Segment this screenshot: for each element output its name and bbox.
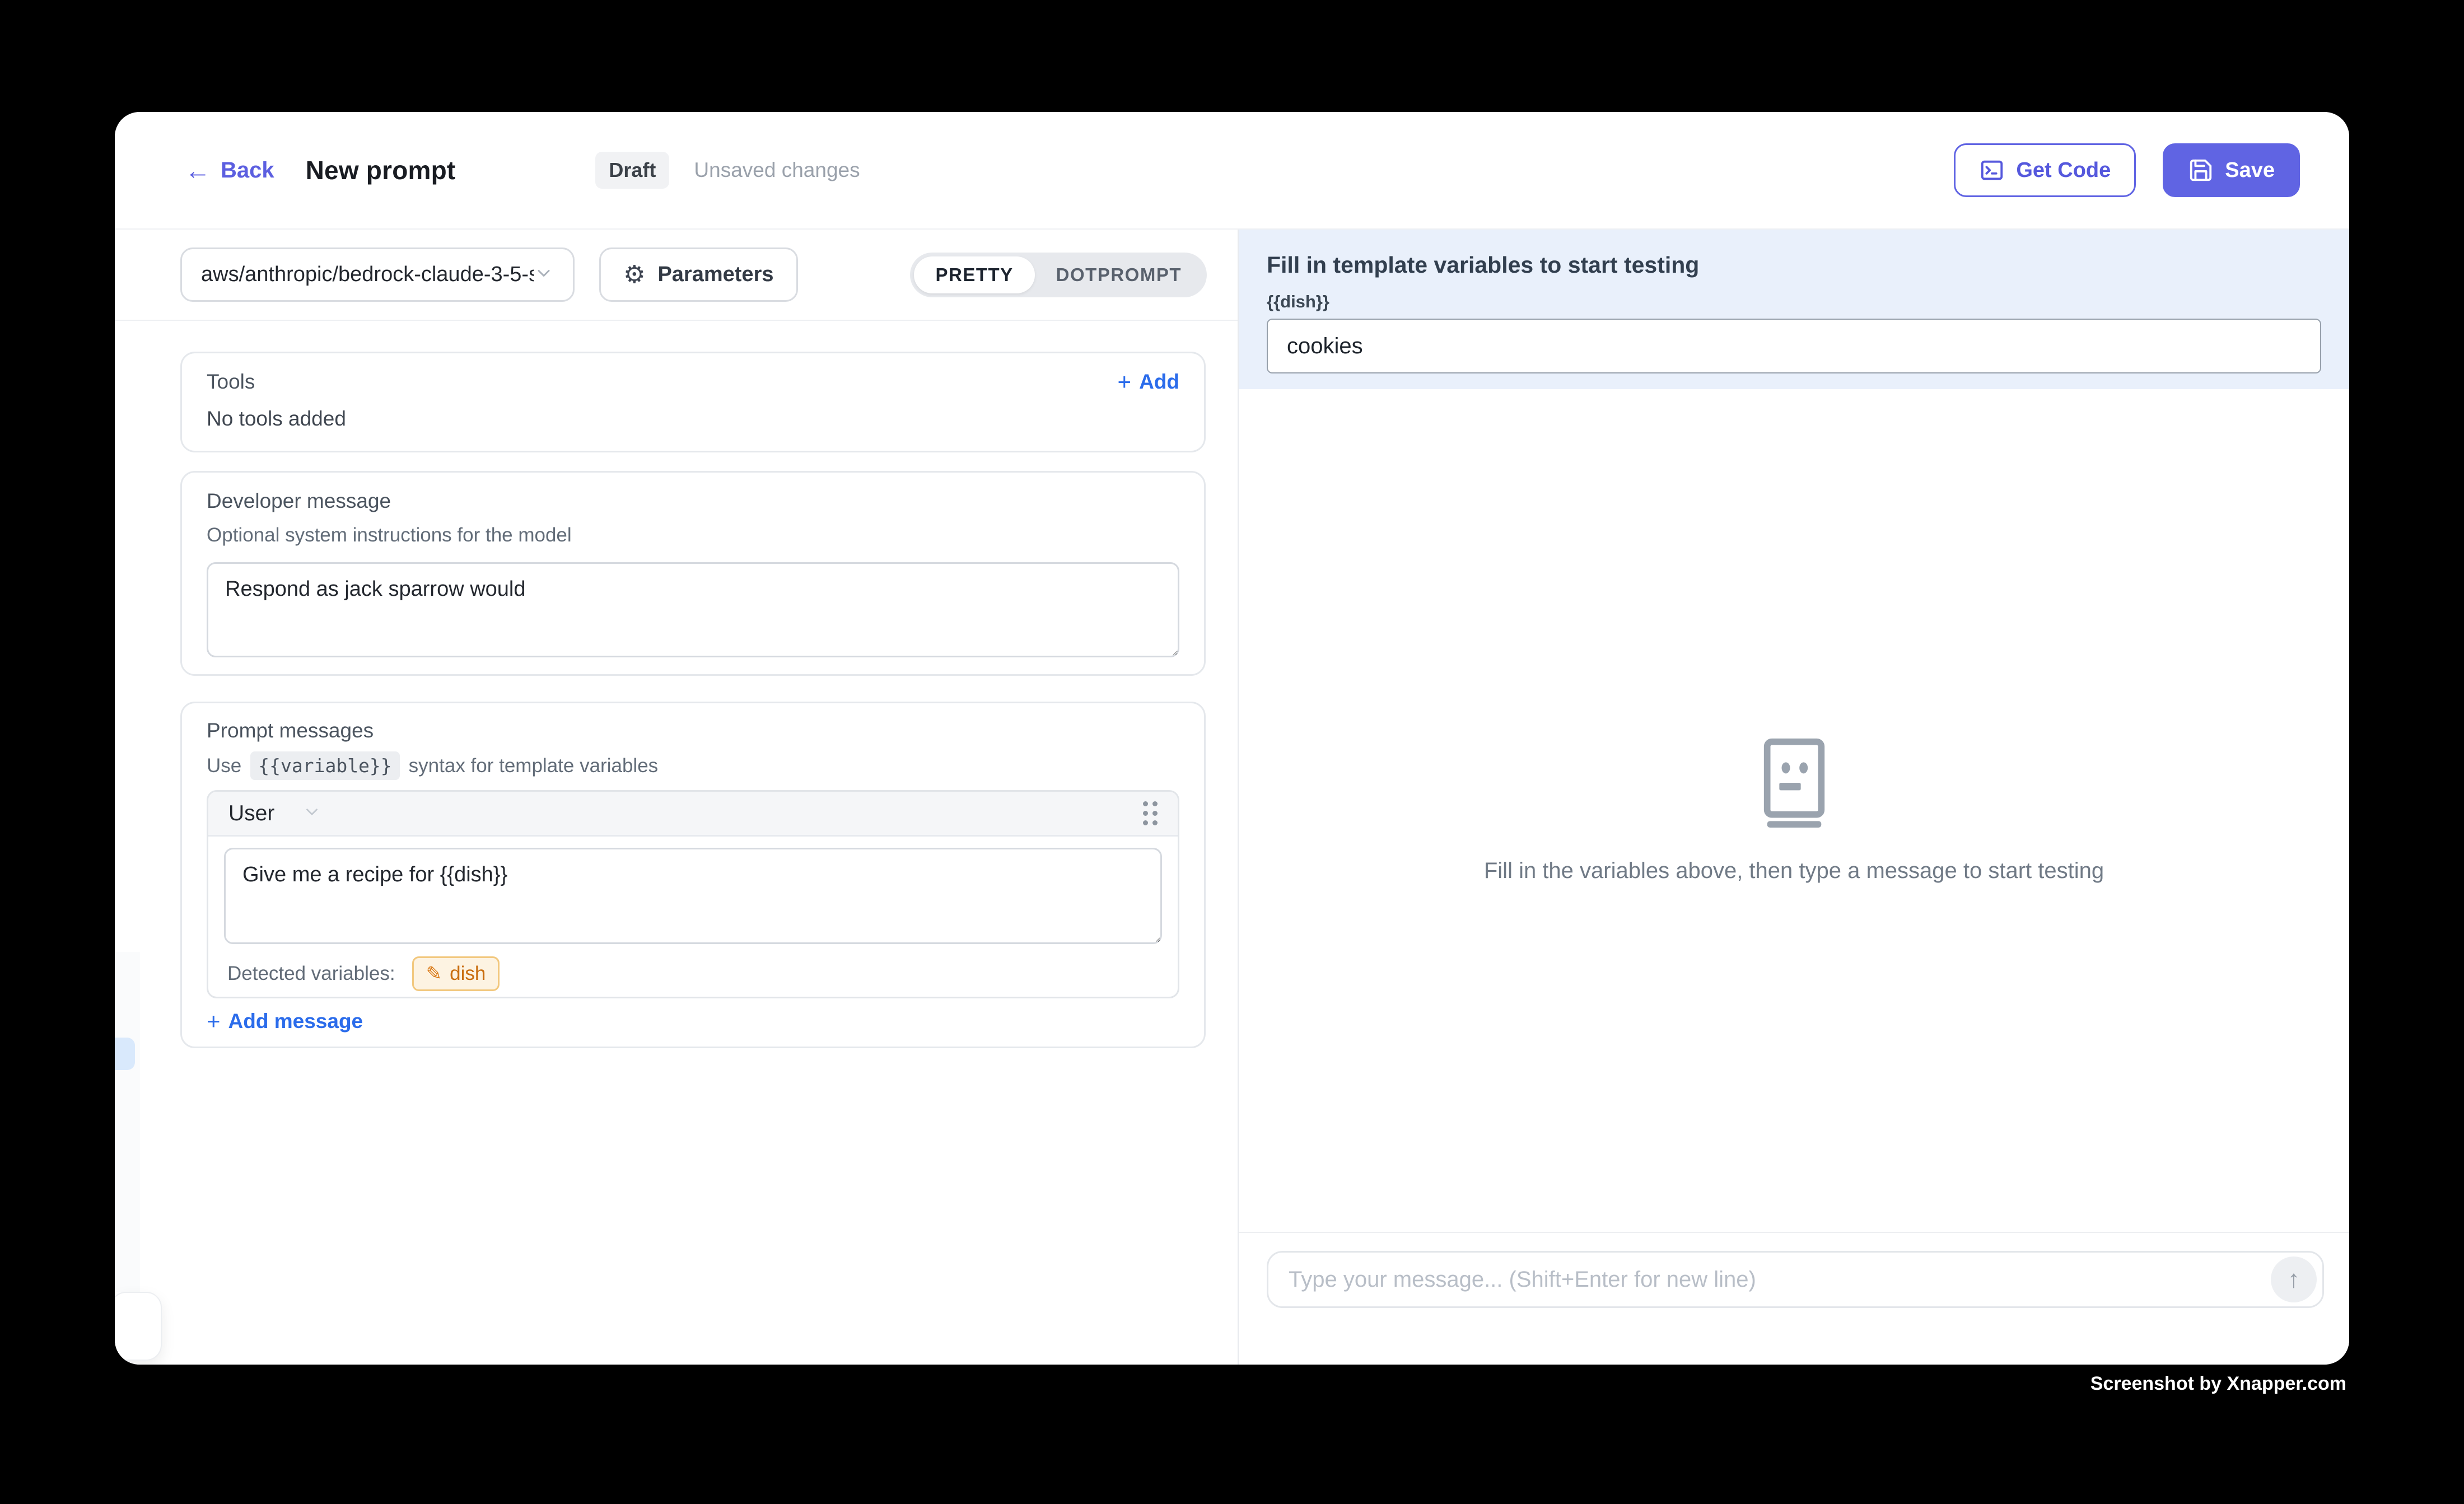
side-popover bbox=[115, 1292, 162, 1361]
send-arrow-icon: ↑ bbox=[2288, 1267, 2300, 1292]
save-label: Save bbox=[2225, 158, 2275, 183]
sidebar-strip bbox=[115, 952, 140, 1292]
message-block: User Give me a recipe for {{dish}} bbox=[207, 790, 1179, 998]
detected-variables-label: Detected variables: bbox=[227, 963, 395, 985]
toggle-dotprompt[interactable]: DOTPROMPT bbox=[1035, 256, 1203, 293]
tools-title: Tools bbox=[207, 370, 255, 394]
message-textarea[interactable]: Give me a recipe for {{dish}} bbox=[224, 848, 1162, 944]
message-role-value: User bbox=[228, 801, 274, 826]
parameters-button[interactable]: ⚙ Parameters bbox=[599, 247, 798, 302]
terminal-icon bbox=[1979, 157, 2005, 183]
save-button[interactable]: Save bbox=[2163, 143, 2300, 197]
prompt-messages-subtitle-suffix: syntax for template variables bbox=[409, 755, 658, 777]
developer-message-textarea[interactable]: Respond as jack sparrow would bbox=[207, 562, 1179, 657]
developer-message-subtitle: Optional system instructions for the mod… bbox=[207, 524, 1179, 547]
robot-face-icon bbox=[1763, 738, 1825, 830]
app-window: ← Back New prompt Draft Unsaved changes … bbox=[115, 112, 2349, 1365]
template-variables-title: Fill in template variables to start test… bbox=[1267, 252, 2321, 278]
message-body: Give me a recipe for {{dish}} Detected v… bbox=[208, 837, 1178, 997]
add-message-label: Add message bbox=[228, 1010, 363, 1033]
model-toolbar: aws/anthropic/bedrock-claude-3-5-s... ⚙ … bbox=[115, 230, 1238, 321]
prompt-messages-title: Prompt messages bbox=[207, 719, 1179, 742]
template-variables-section: Fill in template variables to start test… bbox=[1239, 230, 2349, 389]
model-select[interactable]: aws/anthropic/bedrock-claude-3-5-s... bbox=[180, 247, 575, 302]
get-code-button[interactable]: Get Code bbox=[1954, 143, 2136, 197]
variable-chip-label: dish bbox=[450, 963, 486, 985]
chat-message-input[interactable] bbox=[1268, 1253, 2271, 1306]
parameters-label: Parameters bbox=[657, 263, 773, 287]
variable-chip-dish[interactable]: ✎ dish bbox=[412, 956, 500, 991]
add-tool-label: Add bbox=[1139, 370, 1179, 394]
message-header: User bbox=[208, 792, 1178, 837]
chat-input-container: ↑ bbox=[1267, 1251, 2324, 1308]
sidebar-selected-item[interactable] bbox=[115, 1038, 135, 1070]
pencil-icon: ✎ bbox=[426, 964, 442, 983]
back-arrow-icon: ← bbox=[185, 157, 211, 183]
empty-state-text: Fill in the variables above, then type a… bbox=[1484, 858, 2104, 884]
gear-icon: ⚙ bbox=[623, 263, 645, 287]
drag-handle-icon[interactable] bbox=[1143, 801, 1158, 825]
header: ← Back New prompt Draft Unsaved changes … bbox=[115, 112, 2349, 230]
plus-icon: + bbox=[1118, 370, 1132, 394]
developer-message-title: Developer message bbox=[207, 489, 1179, 513]
prompt-messages-card: Prompt messages Use {{variable}} syntax … bbox=[180, 702, 1206, 1048]
chevron-down-icon bbox=[534, 263, 554, 286]
chat-input-bar: ↑ bbox=[1239, 1232, 2349, 1365]
prompt-messages-subtitle-prefix: Use bbox=[207, 755, 241, 777]
add-tool-button[interactable]: + Add bbox=[1118, 370, 1179, 394]
toggle-pretty[interactable]: PRETTY bbox=[914, 256, 1034, 293]
status-badge: Draft bbox=[595, 152, 669, 189]
test-panel: Fill in template variables to start test… bbox=[1238, 230, 2349, 1365]
back-label: Back bbox=[221, 158, 274, 183]
save-icon bbox=[2188, 157, 2214, 183]
message-role-select[interactable]: User bbox=[228, 801, 321, 826]
watermark-text: Screenshot by Xnapper.com bbox=[2090, 1373, 2346, 1395]
send-button[interactable]: ↑ bbox=[2271, 1257, 2317, 1302]
tools-card: Tools + Add No tools added bbox=[180, 352, 1206, 452]
unsaved-changes-text: Unsaved changes bbox=[694, 158, 860, 182]
add-message-button[interactable]: + Add message bbox=[207, 1010, 1179, 1033]
model-select-value: aws/anthropic/bedrock-claude-3-5-s... bbox=[201, 263, 534, 287]
tools-empty-text: No tools added bbox=[207, 407, 1179, 431]
editor-column: aws/anthropic/bedrock-claude-3-5-s... ⚙ … bbox=[115, 230, 1238, 1365]
developer-message-card: Developer message Optional system instru… bbox=[180, 471, 1206, 676]
detected-variables-row: Detected variables: ✎ dish bbox=[227, 956, 1162, 991]
view-mode-toggle: PRETTY DOTPROMPT bbox=[910, 253, 1207, 297]
plus-icon: + bbox=[207, 1010, 221, 1033]
editor-scroll-area: Tools + Add No tools added Developer mes… bbox=[115, 321, 1238, 1048]
variable-dish-label: {{dish}} bbox=[1267, 292, 2321, 312]
variable-dish-input[interactable] bbox=[1267, 319, 2321, 373]
chevron-down-icon bbox=[302, 802, 321, 824]
page-title: New prompt bbox=[306, 155, 456, 185]
variable-syntax-token: {{variable}} bbox=[250, 751, 399, 780]
get-code-label: Get Code bbox=[2016, 158, 2111, 183]
back-button[interactable]: ← Back bbox=[185, 157, 274, 183]
chat-empty-state: Fill in the variables above, then type a… bbox=[1239, 389, 2349, 1232]
